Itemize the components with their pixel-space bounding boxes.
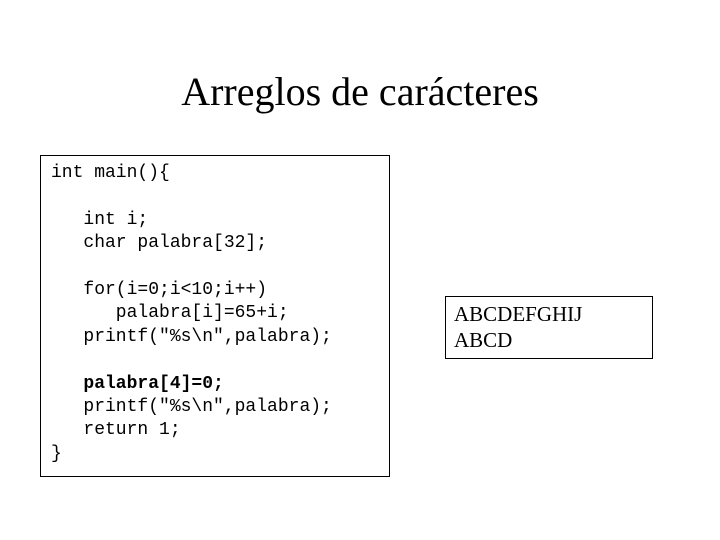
code-line: printf("%s\n",palabra); bbox=[51, 327, 332, 347]
code-line: int i; bbox=[51, 210, 148, 230]
code-line-emphasis: palabra[4]=0; bbox=[51, 374, 224, 394]
code-line: } bbox=[51, 444, 62, 464]
code-line: char palabra[32]; bbox=[51, 233, 267, 253]
output-line: ABCD bbox=[454, 328, 512, 352]
output-box: ABCDEFGHIJ ABCD bbox=[445, 296, 653, 359]
code-line: palabra[i]=65+i; bbox=[51, 303, 289, 323]
code-line: for(i=0;i<10;i++) bbox=[51, 280, 267, 300]
output-line: ABCDEFGHIJ bbox=[454, 302, 582, 326]
code-line: printf("%s\n",palabra); bbox=[51, 397, 332, 417]
code-box: int main(){ int i; char palabra[32]; for… bbox=[40, 155, 390, 477]
slide-title: Arreglos de carácteres bbox=[0, 68, 720, 115]
code-line: return 1; bbox=[51, 420, 181, 440]
slide: Arreglos de carácteres int main(){ int i… bbox=[0, 0, 720, 540]
code-line: int main(){ bbox=[51, 163, 170, 183]
